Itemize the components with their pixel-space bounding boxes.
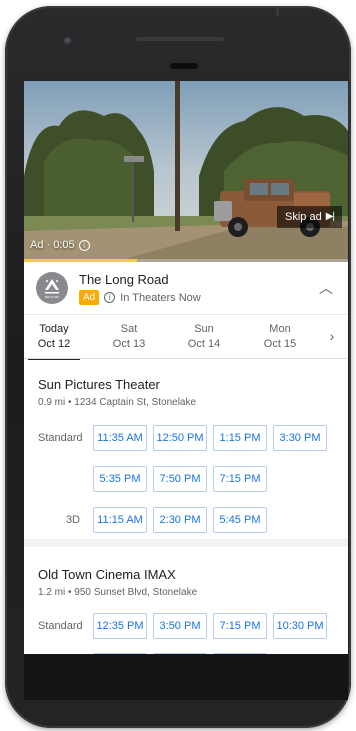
showtime-button[interactable]: 2:30 PM	[153, 507, 207, 533]
ad-badge: Ad	[79, 290, 100, 305]
showtime-button[interactable]: 7:50 PM	[153, 466, 207, 492]
advertiser-logo: RW FILMS	[36, 272, 68, 304]
ad-subtitle: In Theaters Now	[120, 291, 201, 304]
showtime-button[interactable]: 5:35 PM	[93, 466, 147, 492]
chevron-right-icon[interactable]: ›	[324, 328, 340, 346]
format-label-standard: Standard	[38, 432, 83, 444]
showtime-button[interactable]: 3:30 PM	[273, 425, 327, 451]
ad-timer: Ad · 0:05 i	[30, 239, 90, 251]
showtime-button[interactable]: 3:50 PM	[153, 613, 207, 639]
skip-ad-label: Skip ad	[285, 211, 322, 223]
video-ad[interactable]: Skip ad ▶| Ad · 0:05 i	[24, 81, 348, 262]
date-tabs: Today Oct 12 Sat Oct 13 Sun Oct 14 Mon O…	[24, 314, 348, 361]
showtime-button[interactable]: 7:15 PM	[213, 613, 267, 639]
date-tab-date: Oct 12	[37, 338, 71, 350]
theater-name[interactable]: Sun Pictures Theater	[38, 377, 160, 392]
film-logo-icon: RW FILMS	[45, 279, 60, 299]
svg-text:RW FILMS: RW FILMS	[45, 295, 60, 299]
chevron-up-icon[interactable]: ︿	[316, 278, 336, 298]
theater-address: 0.9 mi • 1234 Captain St, Stonelake	[38, 397, 197, 408]
ad-subline: Ad i In Theaters Now	[79, 290, 201, 305]
showtime-button[interactable]: 11:35 AM	[93, 425, 147, 451]
ad-header[interactable]: RW FILMS The Long Road Ad i In Theaters …	[24, 262, 348, 314]
front-camera	[64, 37, 72, 45]
showtime-button[interactable]: 1:15 PM	[213, 425, 267, 451]
showtime-button[interactable]: 12:50 PM	[153, 425, 207, 451]
phone-top-notch	[276, 6, 279, 16]
date-tab-sun[interactable]: Sun Oct 14	[174, 322, 234, 352]
date-tab-day: Today	[39, 323, 69, 335]
showtime-button[interactable]: 10:30 PM	[273, 613, 327, 639]
earpiece	[170, 63, 198, 69]
showtime-button[interactable]: 7:15 PM	[213, 466, 267, 492]
date-tab-today[interactable]: Today Oct 12	[24, 322, 84, 361]
date-tab-sat[interactable]: Sat Oct 13	[99, 322, 159, 352]
theater-card: Old Town Cinema IMAX 1.2 mi • 950 Sunset…	[24, 555, 348, 654]
format-label-3d: 3D	[65, 514, 80, 526]
date-tab-mon[interactable]: Mon Oct 15	[250, 322, 310, 352]
ad-time-label: Ad · 0:05	[30, 239, 75, 251]
date-tab-date: Oct 14	[187, 338, 221, 350]
theater-card: Sun Pictures Theater 0.9 mi • 1234 Capta…	[24, 360, 348, 547]
date-tab-date: Oct 15	[263, 338, 297, 350]
date-tab-day: Sun	[194, 323, 214, 335]
screen: Skip ad ▶| Ad · 0:05 i RW FILMS The Long…	[24, 81, 348, 654]
info-icon[interactable]: i	[104, 292, 116, 303]
video-frame-illustration	[24, 81, 348, 262]
date-tab-date: Oct 13	[112, 338, 146, 350]
showtime-button[interactable]: 12:35 PM	[93, 613, 147, 639]
showtime-button[interactable]: 5:45 PM	[213, 507, 267, 533]
top-speaker	[136, 37, 224, 41]
theater-address: 1.2 mi • 950 Sunset Blvd, Stonelake	[38, 587, 198, 598]
phone-bottom-bezel	[24, 654, 348, 700]
format-label-standard: Standard	[38, 620, 83, 632]
skip-ad-button[interactable]: Skip ad ▶|	[277, 206, 342, 228]
date-tab-day: Mon	[269, 323, 291, 335]
volume-button	[5, 48, 8, 78]
theater-name[interactable]: Old Town Cinema IMAX	[38, 567, 176, 582]
skip-next-icon: ▶|	[325, 211, 335, 222]
showtime-button[interactable]: 11:15 AM	[93, 507, 147, 533]
date-tab-day: Sat	[120, 323, 138, 335]
movie-title: The Long Road	[79, 272, 169, 287]
info-icon[interactable]: i	[78, 239, 90, 251]
power-button	[348, 86, 351, 132]
